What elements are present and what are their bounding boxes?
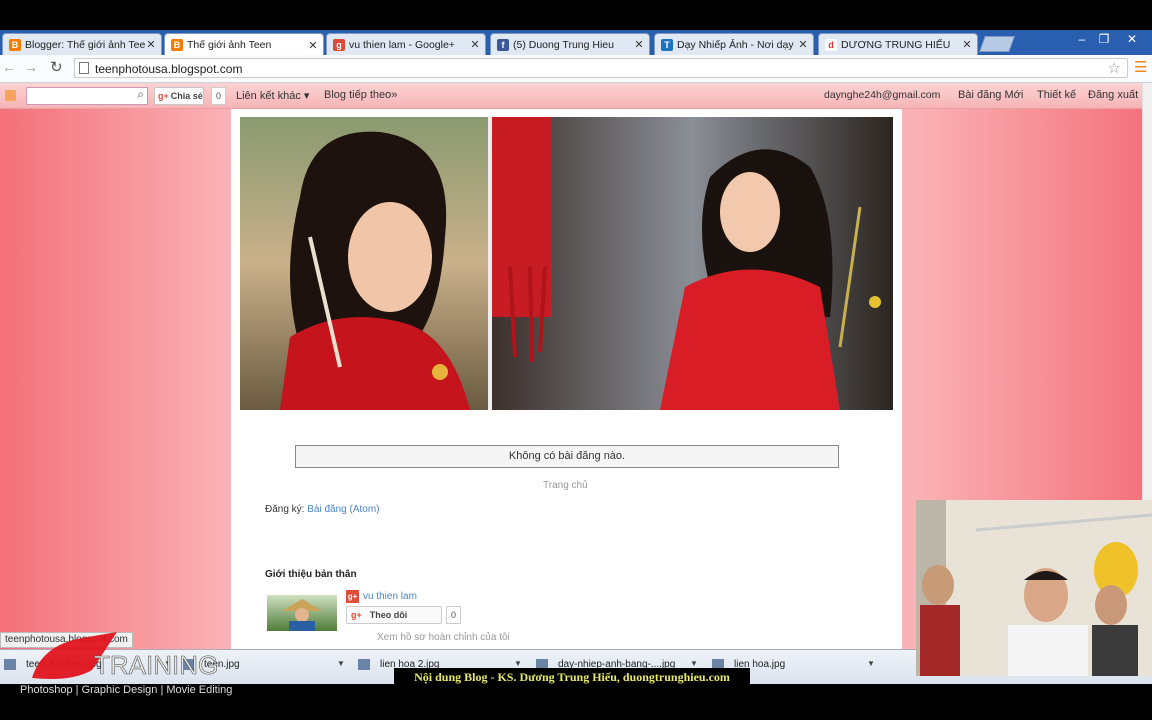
tab-strip: B Blogger: Thế giới ảnh Teen ✕ B Thế giớ…	[0, 30, 1152, 56]
tagline: Photoshop | Graphic Design | Movie Editi…	[20, 684, 233, 696]
google-plus-icon: g	[333, 38, 345, 51]
webcam-overlay	[916, 500, 1152, 676]
full-profile-link[interactable]: Xem hồ sơ hoàn chỉnh của tôi	[377, 632, 510, 643]
sign-out-link[interactable]: Đăng xuất	[1088, 89, 1138, 101]
image-file-icon	[4, 659, 16, 670]
tab-blog[interactable]: B Thế giới ảnh Teen ✕	[164, 33, 324, 56]
facebook-icon: f	[497, 38, 509, 51]
about-me-title: Giới thiệu bản thân	[265, 569, 357, 580]
new-tab-button[interactable]	[979, 36, 1015, 52]
google-plus-icon: g+	[351, 610, 362, 620]
new-post-link[interactable]: Bài đăng Mới	[958, 89, 1023, 101]
tab-facebook[interactable]: f (5) Duong Trung Hieu ✕	[490, 33, 650, 55]
chevron-down-icon[interactable]: ▼	[867, 659, 875, 668]
page-icon	[79, 62, 89, 74]
logo-mark: TRAINING	[32, 632, 219, 680]
gplus-share-button[interactable]: g+ Chia sẻ	[154, 87, 204, 105]
chevron-down-icon[interactable]: ▼	[337, 659, 345, 668]
tab-day-nhiep-anh[interactable]: T Dạy Nhiếp Ảnh - Nơi dạy ✕	[654, 33, 814, 55]
subscribe-row: Đăng ký: Bài đăng (Atom)	[265, 504, 380, 515]
close-icon[interactable]: ✕	[633, 38, 645, 51]
google-plus-icon: g+	[158, 91, 169, 101]
header-photo	[240, 117, 893, 410]
close-icon[interactable]: ✕	[307, 39, 319, 52]
training-logo: TRAINING	[22, 630, 252, 685]
close-window-icon[interactable]: ✕	[1122, 32, 1142, 46]
reload-icon[interactable]: ↻	[50, 58, 63, 76]
chevron-down-icon[interactable]: ▼	[514, 659, 522, 668]
search-icon[interactable]: ⌕	[137, 87, 144, 102]
blogger-icon[interactable]	[5, 90, 16, 101]
menu-icon[interactable]: ☰	[1134, 58, 1147, 76]
share-count: 0	[211, 87, 226, 105]
blogger-icon: B	[171, 39, 183, 51]
follow-button[interactable]: g+ Theo dõi	[346, 606, 442, 624]
back-arrow-icon[interactable]: ←	[2, 59, 16, 75]
restore-icon[interactable]: ❐	[1094, 32, 1114, 46]
site-icon: d	[825, 38, 837, 51]
blog-search-input[interactable]: ⌕	[26, 87, 148, 105]
blog-content: Không có bài đăng nào. Trang chủ Đăng ký…	[231, 109, 902, 649]
design-link[interactable]: Thiết kế	[1037, 89, 1076, 101]
blogger-icon: B	[9, 38, 21, 51]
no-posts-message: Không có bài đăng nào.	[295, 445, 839, 468]
google-plus-icon: g+	[346, 590, 359, 603]
close-icon[interactable]: ✕	[469, 38, 481, 51]
home-link[interactable]: Trang chủ	[543, 480, 588, 491]
tab-blogger-dashboard[interactable]: B Blogger: Thế giới ảnh Teen ✕	[2, 33, 162, 55]
minimize-icon[interactable]: –	[1072, 32, 1092, 46]
video-caption: Nội dung Blog - KS. Dương Trung Hiếu, du…	[394, 668, 750, 686]
next-blog-link[interactable]: Blog tiếp theo»	[324, 89, 397, 101]
follow-count: 0	[446, 606, 461, 624]
more-blogs-menu[interactable]: Liên kết khác ▾	[236, 89, 309, 102]
chevron-down-icon[interactable]: ▼	[690, 659, 698, 668]
svg-text:TRAINING: TRAINING	[94, 650, 218, 680]
image-file-icon	[358, 659, 370, 670]
url-text: teenphotousa.blogspot.com	[95, 62, 243, 76]
close-icon[interactable]: ✕	[797, 38, 809, 51]
tab-google-plus[interactable]: g vu thien lam - Google+ ✕	[326, 33, 486, 55]
tab-duong-trung-hieu[interactable]: d DƯƠNG TRUNG HIẾU ✕	[818, 33, 978, 55]
address-bar[interactable]: teenphotousa.blogspot.com ☆	[74, 58, 1128, 78]
star-icon[interactable]: ☆	[1108, 59, 1121, 77]
site-icon: T	[661, 38, 673, 51]
header-image[interactable]	[240, 117, 893, 410]
atom-feed-link[interactable]: Bài đăng (Atom)	[307, 504, 379, 515]
chevron-down-icon: ▾	[303, 90, 310, 102]
profile-name-link[interactable]: vu thien lam	[363, 591, 417, 602]
profile-photo[interactable]	[267, 595, 337, 631]
blogger-navbar: ⌕ g+ Chia sẻ 0 Liên kết khác ▾ Blog tiếp …	[0, 83, 1142, 109]
subscribe-label: Đăng ký:	[265, 504, 305, 515]
profile-picture	[282, 599, 322, 631]
forward-arrow-icon[interactable]: →	[24, 59, 38, 75]
browser-toolbar: ← → ↻ teenphotousa.blogspot.com ☆ ☰	[0, 55, 1152, 83]
webcam-video	[916, 500, 1152, 676]
user-email: daynghe24h@gmail.com	[824, 89, 941, 101]
close-icon[interactable]: ✕	[961, 38, 973, 51]
close-icon[interactable]: ✕	[145, 38, 157, 51]
